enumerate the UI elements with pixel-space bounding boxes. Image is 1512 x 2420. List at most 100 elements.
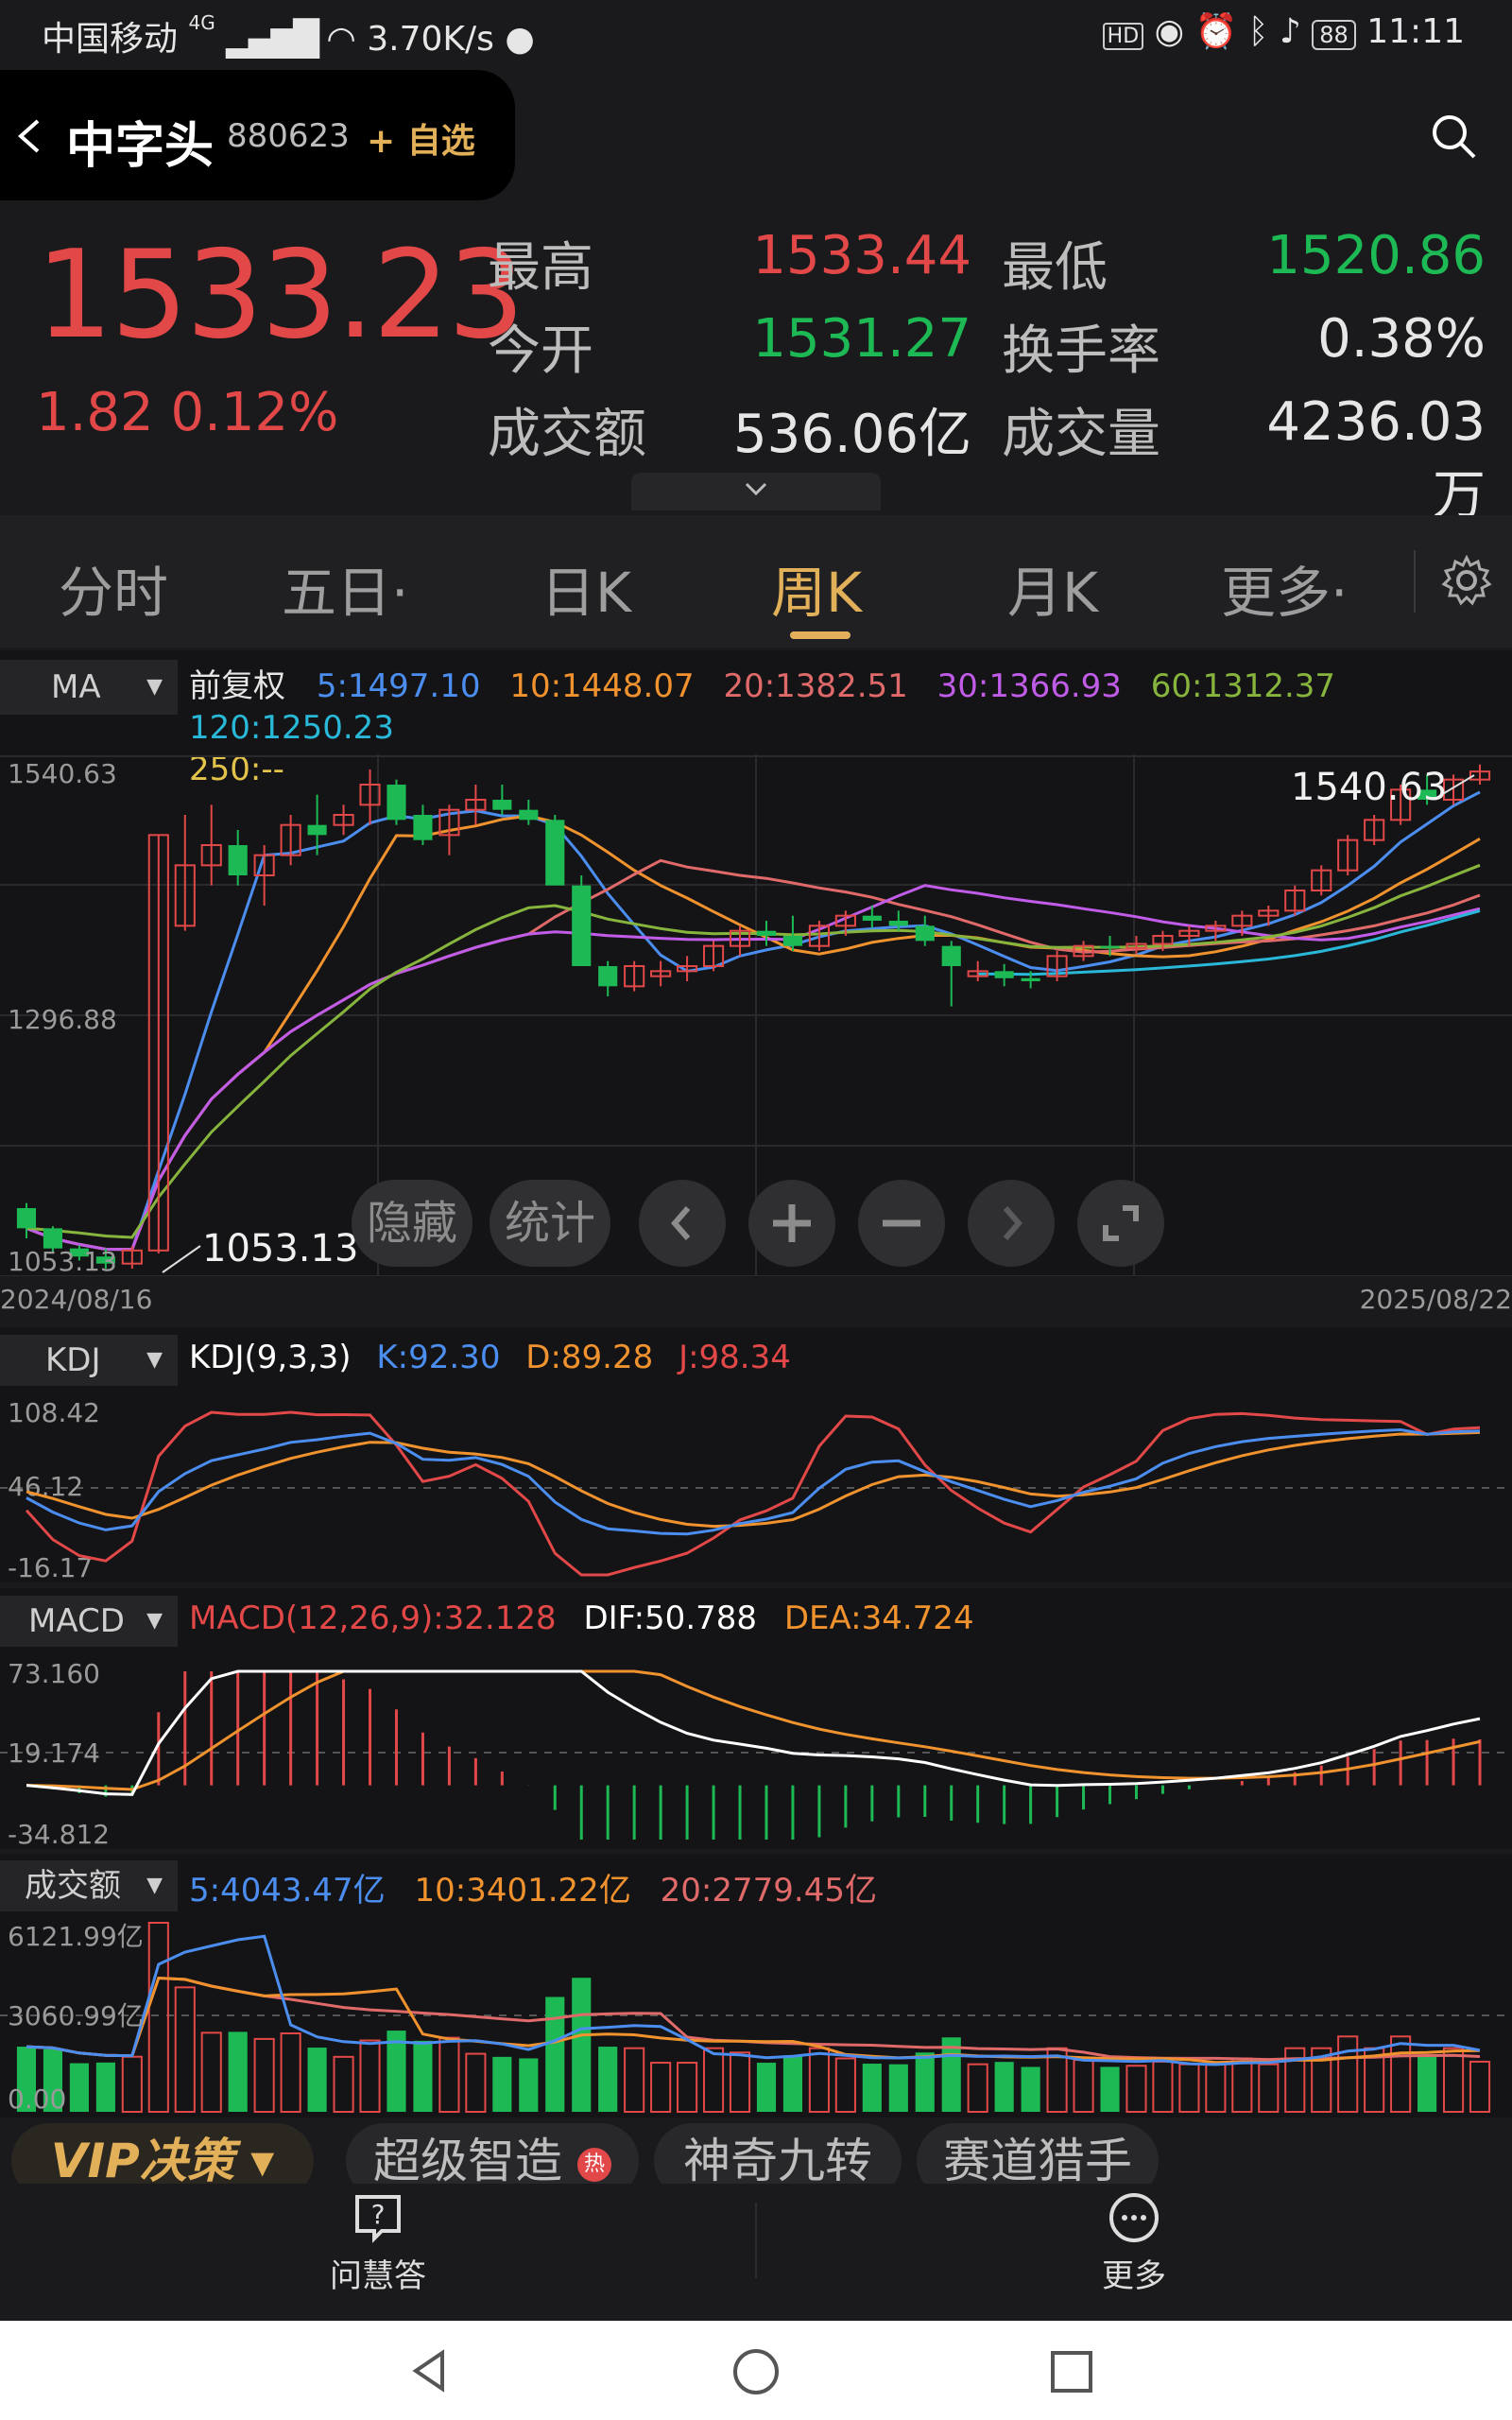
indicator-select-kdj[interactable]: KDJ ▼ <box>0 1335 178 1386</box>
nav-ask-label: 问慧答 <box>330 2257 426 2295</box>
fullscreen-button[interactable] <box>1077 1180 1164 1267</box>
indicator-select-macd[interactable]: MACD ▼ <box>0 1596 178 1647</box>
stats-button[interactable]: 统计 <box>490 1180 610 1267</box>
kdj-chart: 108.42 46.12 -16.17 <box>0 1397 1512 1582</box>
speed-label: 3.70K/s <box>367 20 494 59</box>
dropdown-icon: ▼ <box>146 1609 163 1633</box>
system-home-icon[interactable] <box>731 2347 781 2396</box>
search-icon[interactable] <box>1429 112 1478 161</box>
amount-bar <box>729 2051 751 2113</box>
amount-bar <box>624 2047 645 2113</box>
amount-bar <box>1390 2035 1412 2113</box>
system-nav-bar <box>0 2321 1512 2420</box>
scroll-left-button[interactable] <box>639 1180 726 1267</box>
candle-body <box>756 930 777 937</box>
ma60-label: 60:1312.37 <box>1150 667 1336 705</box>
amount-bar <box>200 2031 222 2113</box>
minus-icon <box>883 1219 920 1227</box>
system-recents-icon[interactable] <box>1049 2349 1094 2394</box>
amount-bar <box>95 2062 115 2112</box>
volume-label: 成交量 <box>1002 404 1160 465</box>
amount-bar <box>756 2063 777 2112</box>
tab-daily-k[interactable]: 日K <box>541 548 631 628</box>
tab-monthly-k[interactable]: 月K <box>1007 548 1098 628</box>
amount-legend: 5:4043.47亿 10:3401.22亿 20:2779.45亿 <box>189 1864 877 1910</box>
status-left: 中国移动 4G ▂▄▆█ ◠ 3.70K/s ● <box>42 11 535 60</box>
nav-more[interactable]: 更多 <box>1040 2189 1228 2312</box>
nav-divider <box>755 2203 757 2278</box>
amount-bars <box>16 1922 1491 2114</box>
amount-bar <box>572 1978 592 2112</box>
indicator-select-amount[interactable]: 成交额 ▼ <box>0 1860 178 1911</box>
expand-icon <box>1103 1205 1139 1241</box>
tab-divider <box>1414 550 1416 613</box>
candle-body <box>1021 977 1040 982</box>
candle-body <box>915 925 935 942</box>
kdj-k-line <box>26 1427 1481 1536</box>
carrier-label: 中国移动 <box>42 20 179 59</box>
super-manufacture-label: 超级智造 <box>373 2134 563 2188</box>
hide-button[interactable]: 隐藏 <box>352 1180 472 1267</box>
low-marker: 1053.13 <box>202 1227 358 1270</box>
ma5-label: 5:1497.10 <box>316 667 481 705</box>
amount-bar <box>465 2052 487 2113</box>
svg-text:?: ? <box>371 2199 386 2230</box>
candle-body <box>307 824 327 836</box>
system-back-icon[interactable] <box>406 2347 454 2394</box>
tab-five-day[interactable]: 五日· <box>282 548 408 628</box>
amount-bar <box>915 2052 935 2112</box>
eye-icon: ◉ <box>1154 12 1185 51</box>
zoom-in-button[interactable] <box>748 1180 835 1267</box>
chevron-left-icon <box>671 1206 691 1240</box>
hot-badge: 热 <box>576 2147 611 2182</box>
nav-more-label: 更多 <box>1102 2257 1166 2295</box>
expand-quote-button[interactable] <box>631 473 881 510</box>
network-label: 4G <box>188 11 215 34</box>
kdj-j-line <box>25 1410 1481 1577</box>
candle-body <box>941 945 961 967</box>
kdj-j: J:98.34 <box>679 1339 791 1376</box>
scroll-right-button[interactable] <box>968 1180 1055 1267</box>
y-axis-mid: 1296.88 <box>8 1004 117 1035</box>
kdj-select-label: KDJ <box>45 1341 101 1379</box>
kdj-k: K:92.30 <box>376 1339 501 1376</box>
amount-bar <box>147 1922 169 2113</box>
amount-bar <box>598 2047 618 2112</box>
amount-ma5: 5:4043.47亿 <box>189 1872 386 1910</box>
zoom-out-button[interactable] <box>858 1180 945 1267</box>
tab-more[interactable]: 更多· <box>1221 548 1348 628</box>
amount-ma20: 20:2779.45亿 <box>660 1872 877 1910</box>
kdj-y-max: 108.42 <box>8 1397 100 1428</box>
signal-icon: ▂▄▆█ <box>226 20 319 59</box>
add-watchlist-button[interactable]: + 自选 <box>367 113 475 163</box>
amount-bar <box>519 2058 539 2112</box>
plus-icon <box>773 1204 811 1242</box>
amount-bar <box>121 2055 143 2113</box>
candle-body <box>519 809 539 821</box>
high-label: 最高 <box>488 237 593 299</box>
candle-body <box>228 845 248 876</box>
amount-bar <box>545 1996 565 2112</box>
amount-bar <box>994 2062 1014 2112</box>
amount-bar <box>438 2036 460 2113</box>
macd-title: MACD(12,26,9):32.128 <box>189 1599 557 1637</box>
amount-bar <box>782 2055 803 2112</box>
amount-bar <box>307 2048 327 2112</box>
back-icon[interactable] <box>13 117 45 155</box>
nav-ask[interactable]: ? 问慧答 <box>284 2189 472 2312</box>
gear-icon[interactable] <box>1440 554 1493 607</box>
amount-y-max: 6121.99亿 <box>8 1921 144 1952</box>
amount-bar <box>808 2047 830 2113</box>
candle-body <box>994 971 1014 978</box>
amount-bar <box>1178 2063 1200 2113</box>
tab-intraday[interactable]: 分时 <box>59 548 168 628</box>
macd-y-mid: 19.174 <box>8 1737 100 1769</box>
indicator-select-ma[interactable]: MA ▼ <box>0 660 178 715</box>
stock-code: 880623 <box>227 117 350 155</box>
macd-dif: DIF:50.788 <box>583 1599 758 1637</box>
tab-weekly-k[interactable]: 周K <box>771 548 862 628</box>
chevron-right-icon <box>1003 1206 1022 1240</box>
kdj-d-line <box>26 1430 1481 1529</box>
open-value: 1531.27 <box>752 308 971 370</box>
amount-ma10: 10:3401.22亿 <box>414 1872 631 1910</box>
